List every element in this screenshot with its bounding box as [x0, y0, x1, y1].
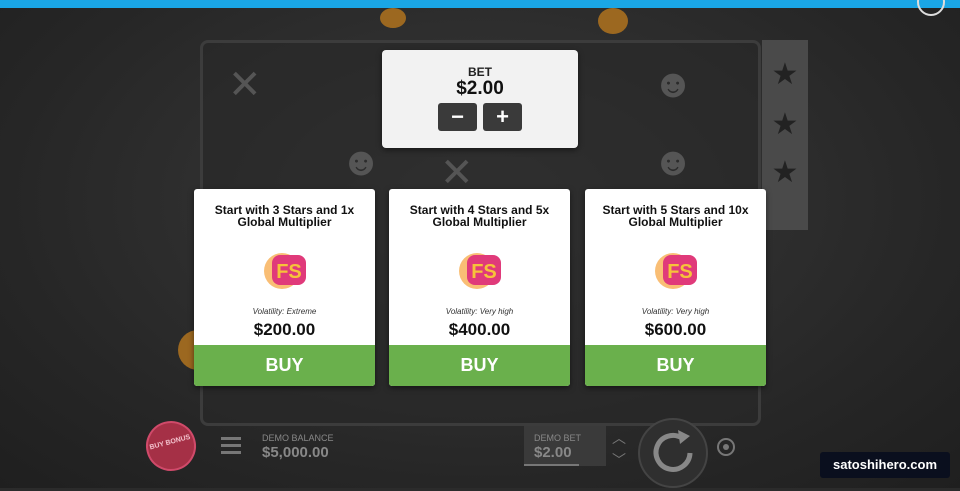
demo-bet-underline	[524, 464, 579, 466]
demo-bet-label: DEMO BET	[534, 433, 582, 443]
card-price: $400.00	[448, 320, 511, 339]
creature-symbol-icon: ☻	[652, 140, 695, 184]
card-title: Start with 3 Stars and 1x Global Multipl…	[214, 203, 355, 229]
bet-decrease-button[interactable]: −	[438, 103, 477, 131]
bonus-option-card: Start with 4 Stars and 5x Global Multipl…	[389, 189, 570, 386]
balance-label: DEMO BALANCE	[262, 433, 334, 443]
bet-label: BET	[468, 65, 492, 79]
bet-value: $2.00	[456, 78, 504, 99]
autoplay-icon[interactable]	[715, 436, 737, 458]
fs-badge-icon: FS	[459, 253, 501, 289]
card-volatility: Volatility: Extreme	[252, 307, 317, 316]
spin-button[interactable]	[638, 418, 708, 488]
creature-symbol-icon: ☻	[652, 62, 695, 106]
buy-button[interactable]: BUY	[585, 345, 766, 386]
card-volatility: Volatility: Very high	[641, 307, 710, 316]
chevron-down-icon[interactable]: ﹀	[606, 450, 632, 470]
paint-splat	[380, 8, 406, 28]
crossed-knives-symbol-icon: ✕	[228, 63, 262, 107]
fs-badge-icon: FS	[264, 253, 306, 289]
star-icon: ★	[771, 108, 799, 141]
chevron-up-icon[interactable]: ︿	[606, 428, 632, 448]
top-accent-bar	[0, 0, 960, 8]
buy-button[interactable]: BUY	[194, 345, 375, 386]
card-price: $200.00	[253, 320, 316, 339]
card-title: Start with 4 Stars and 5x Global Multipl…	[409, 203, 550, 229]
balance-value: $5,000.00	[262, 444, 329, 461]
buy-button[interactable]: BUY	[389, 345, 570, 386]
bonus-option-card: Start with 5 Stars and 10x Global Multip…	[585, 189, 766, 386]
card-title: Start with 5 Stars and 10x Global Multip…	[602, 203, 749, 229]
fs-badge-icon: FS	[655, 253, 697, 289]
watermark: satoshihero.com	[820, 452, 950, 478]
svg-text:FS: FS	[276, 261, 302, 283]
paint-splat	[598, 8, 628, 34]
bet-increase-button[interactable]: +	[483, 103, 522, 131]
svg-text:FS: FS	[667, 261, 693, 283]
spin-icon	[653, 430, 693, 472]
card-price: $600.00	[644, 320, 707, 339]
star-icon: ★	[771, 156, 799, 189]
star-icon: ★	[771, 58, 799, 91]
bet-stepper: ︿ ﹀	[606, 426, 632, 468]
card-volatility: Volatility: Very high	[445, 307, 514, 316]
demo-bet-value: $2.00	[534, 444, 572, 461]
creature-symbol-icon: ☻	[340, 140, 383, 184]
menu-icon[interactable]	[221, 437, 241, 455]
svg-text:FS: FS	[471, 261, 497, 283]
bet-panel: BET $2.00	[382, 50, 578, 148]
bonus-option-card: Start with 3 Stars and 1x Global Multipl…	[194, 189, 375, 386]
